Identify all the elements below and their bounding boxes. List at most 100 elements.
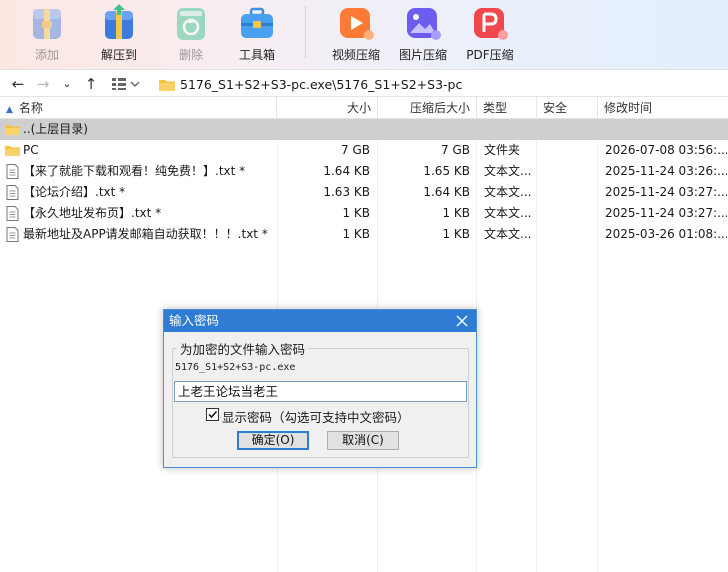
sort-ascending-icon: ▲	[6, 105, 13, 115]
video-compress-label: 视频压缩	[331, 48, 380, 62]
table-row[interactable]: 【来了就能下载和观看！纯免费！】.txt * 1.64 KB 1.65 KB 文本文.…	[0, 161, 728, 182]
file-type: 文本文...	[484, 185, 532, 199]
file-size: 1 KB	[342, 206, 370, 220]
file-size: 1 KB	[342, 227, 370, 241]
column-type-header[interactable]: 类型	[477, 97, 537, 119]
pdf-icon	[474, 8, 508, 40]
cancel-button[interactable]: 取消(C)	[327, 431, 399, 450]
file-modified: 2025-11-24 03:26:...	[605, 164, 727, 178]
file-modified	[605, 119, 727, 140]
file-packed-size: 1.65 KB	[423, 164, 470, 178]
table-row[interactable]: 【永久地址发布页】.txt * 1 KB 1 KB 文本文... 2025-11-24 …	[0, 203, 728, 224]
text-file-icon	[6, 164, 19, 179]
toolbox-button[interactable]: 工具箱	[222, 0, 292, 70]
archive-name: 5176_S1+S2+S3-pc.exe	[175, 362, 296, 373]
list-header: ▲ 名称 大小 压缩后大小 类型 安全 修改时间	[0, 97, 728, 119]
folder-icon	[5, 146, 20, 156]
password-input[interactable]: 上老王论坛当老王	[174, 381, 467, 402]
folder-icon	[159, 80, 175, 91]
file-type: 文本文...	[484, 227, 532, 241]
file-name: PC	[23, 143, 39, 157]
file-type	[484, 119, 536, 140]
column-size-label: 大小	[346, 101, 371, 115]
toolbar-separator	[305, 6, 306, 58]
table-row[interactable]: 【论坛介绍】.txt * 1.63 KB 1.64 KB 文本文... 2025-11-…	[0, 182, 728, 203]
file-packed-size: 1 KB	[442, 227, 470, 241]
show-password-label[interactable]: 显示密码（勾选可支持中文密码）	[222, 407, 410, 426]
video-icon	[340, 8, 374, 40]
toolbox-icon	[241, 7, 273, 38]
image-compress-button[interactable]: 图片压缩	[388, 0, 458, 70]
file-name: ..(上层目录)	[23, 122, 88, 136]
pdf-compress-label: PDF压缩	[466, 48, 514, 62]
video-compress-button[interactable]: 视频压缩	[321, 0, 391, 70]
back-arrow-icon[interactable]: ←	[8, 74, 28, 94]
archive-add-icon	[33, 9, 61, 39]
ok-button[interactable]: 确定(O)	[237, 431, 309, 450]
address-bar: ← → ⌄ ↑ 5176_S1+S2+S3-pc.exe\5176_S1+S2+…	[0, 71, 728, 97]
file-type: 文本文...	[484, 206, 532, 220]
file-modified: 2025-11-24 03:27:...	[605, 206, 727, 220]
up-arrow-icon[interactable]: ↑	[81, 74, 101, 94]
file-size: 1.63 KB	[323, 185, 370, 199]
history-chevron-down-icon[interactable]: ⌄	[57, 74, 77, 94]
file-modified: 2026-07-08 03:56:...	[605, 143, 727, 157]
add-label: 添加	[34, 48, 59, 62]
file-modified: 2025-03-26 01:08:...	[605, 227, 727, 241]
extract-button[interactable]: 解压到	[84, 0, 154, 70]
forward-arrow-icon[interactable]: →	[33, 74, 53, 94]
column-modified-header[interactable]: 修改时间	[598, 97, 728, 119]
column-packed-label: 压缩后大小	[409, 101, 470, 115]
file-name: 【永久地址发布页】.txt *	[23, 206, 162, 220]
recycle-bin-icon	[177, 8, 205, 40]
text-file-icon	[6, 206, 19, 221]
file-packed-size	[378, 119, 470, 140]
column-security-label: 安全	[543, 101, 568, 115]
image-icon	[407, 8, 441, 40]
file-size	[278, 119, 370, 140]
column-name-header[interactable]: ▲ 名称	[0, 97, 277, 119]
view-mode-icon[interactable]	[110, 74, 142, 94]
show-password-checkbox[interactable]	[206, 408, 219, 421]
file-name: 【来了就能下载和观看！纯免费！】.txt *	[23, 164, 246, 178]
folder-up-icon	[5, 125, 20, 135]
column-security-header[interactable]: 安全	[537, 97, 598, 119]
column-packed-header[interactable]: 压缩后大小	[378, 97, 477, 119]
delete-label: 删除	[178, 48, 203, 62]
table-row[interactable]: PC 7 GB 7 GB 文件夹 2026-07-08 03:56:...	[0, 140, 728, 161]
file-size: 1.64 KB	[323, 164, 370, 178]
text-file-icon	[6, 185, 19, 200]
password-group-label: 为加密的文件输入密码	[177, 339, 309, 358]
archive-extract-icon	[105, 4, 133, 39]
password-dialog: 输入密码 为加密的文件输入密码 5176_S1+S2+S3-pc.exe 上老王…	[163, 309, 477, 468]
column-type-label: 类型	[483, 101, 508, 115]
extract-label: 解压到	[100, 48, 137, 62]
image-compress-label: 图片压缩	[398, 48, 447, 62]
file-name: 最新地址及APP请发邮箱自动获取！！！.txt *	[23, 227, 268, 241]
file-packed-size: 1.64 KB	[423, 185, 470, 199]
path-text: 5176_S1+S2+S3-pc.exe\5176_S1+S2+S3-pc	[180, 77, 463, 92]
toolbar: 添加 解压到 删除 工具箱 视频压缩 图片压缩 PDF压缩	[0, 0, 728, 70]
file-packed-size: 1 KB	[442, 206, 470, 220]
pdf-compress-button[interactable]: PDF压缩	[455, 0, 525, 70]
delete-button[interactable]: 删除	[156, 0, 226, 70]
text-file-icon	[6, 227, 19, 242]
add-button[interactable]: 添加	[12, 0, 82, 70]
parent-directory-row[interactable]: ..(上层目录)	[0, 119, 728, 140]
column-name-label: 名称	[18, 101, 43, 115]
file-type: 文本文...	[484, 164, 532, 178]
toolbox-label: 工具箱	[238, 48, 275, 62]
dialog-titlebar[interactable]: 输入密码	[164, 310, 476, 332]
file-size: 7 GB	[341, 143, 370, 157]
column-size-header[interactable]: 大小	[277, 97, 378, 119]
file-type: 文件夹	[484, 143, 521, 157]
file-name: 【论坛介绍】.txt *	[23, 185, 126, 199]
file-modified: 2025-11-24 03:27:...	[605, 185, 727, 199]
table-row[interactable]: 最新地址及APP请发邮箱自动获取！！！.txt * 1 KB 1 KB 文本文... 2…	[0, 224, 728, 245]
column-modified-label: 修改时间	[604, 101, 653, 115]
dialog-title: 输入密码	[169, 313, 220, 328]
close-icon[interactable]	[454, 313, 470, 329]
checkmark-icon	[208, 410, 218, 419]
file-packed-size: 7 GB	[441, 143, 470, 157]
path-field[interactable]: 5176_S1+S2+S3-pc.exe\5176_S1+S2+S3-pc	[154, 73, 728, 95]
